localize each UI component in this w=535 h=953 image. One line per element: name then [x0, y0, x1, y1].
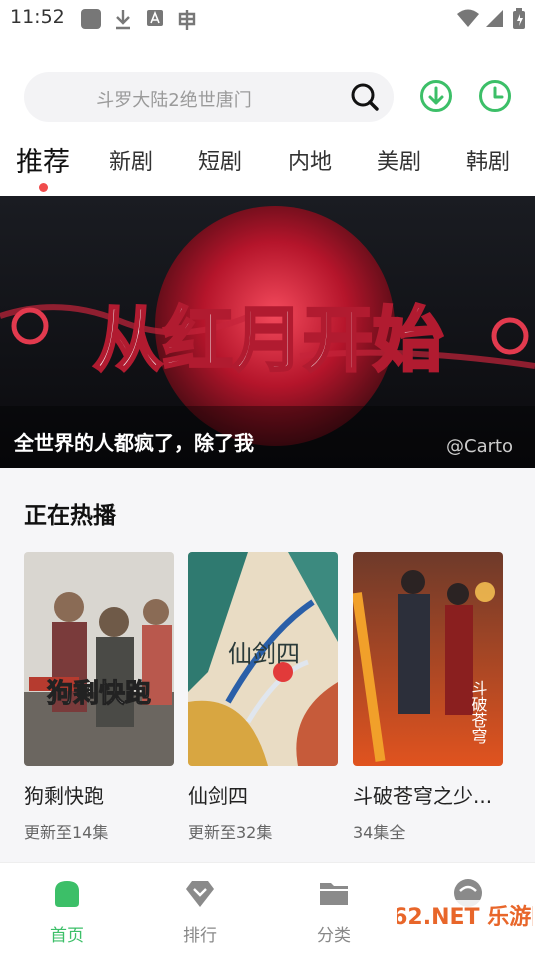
signal-icon [486, 10, 503, 27]
tab-korean[interactable]: 韩剧 [466, 144, 510, 176]
poster-title-art: 斗破苍穹 [469, 680, 488, 745]
search-bar[interactable]: 斗罗大陆2绝世唐门 [24, 72, 394, 122]
tab-new[interactable]: 新剧 [109, 144, 153, 176]
site-watermark-logo: 962.NET 乐游网 [397, 900, 533, 946]
search-icon[interactable] [350, 82, 380, 112]
search-placeholder: 斗罗大陆2绝世唐门 [96, 90, 252, 111]
tab-us[interactable]: 美剧 [377, 144, 421, 176]
folder-icon [320, 883, 348, 905]
wifi-icon [457, 9, 479, 27]
section-title: 正在热播 [24, 503, 116, 529]
home-icon [55, 881, 79, 907]
banner-title-art: 从红月开始 [93, 299, 443, 381]
card-episodes: 34集全 [353, 823, 406, 842]
card-title: 狗剩快跑 [24, 784, 104, 808]
app-notification-icon [81, 9, 101, 29]
poster-image: 斗破苍穹 [353, 552, 503, 766]
nav-ranking-label: 排行 [183, 926, 217, 946]
bug-notification-icon [178, 10, 196, 30]
nav-category-label: 分类 [317, 926, 351, 946]
banner-caption: 全世界的人都疯了，除了我 [14, 431, 254, 455]
card-title: 仙剑四 [188, 784, 248, 808]
download-notification-icon [116, 10, 130, 30]
tab-mainland[interactable]: 内地 [288, 144, 332, 176]
banner-watermark: @Carto [446, 436, 514, 457]
poster-image: 仙剑四 [188, 552, 338, 766]
video-card[interactable]: 斗破苍穹 斗破苍穹之少... 34集全 [353, 552, 503, 843]
tab-recommend[interactable]: 推荐 [16, 140, 70, 179]
poster-image: 狗剩快跑 [24, 552, 174, 766]
history-icon[interactable] [478, 79, 512, 113]
site-watermark-text: 962.NET 乐游网 [397, 904, 533, 930]
ranking-icon [186, 881, 214, 907]
text-notification-icon [147, 10, 163, 26]
poster-title-art: 仙剑四 [228, 640, 300, 668]
video-card[interactable]: 仙剑四 仙剑四 更新至32集 [188, 552, 338, 843]
active-tab-indicator [39, 183, 48, 192]
card-title: 斗破苍穹之少... [353, 784, 493, 808]
status-time: 11:52 [10, 6, 65, 28]
nav-home-label: 首页 [50, 926, 84, 946]
tab-short[interactable]: 短剧 [198, 144, 242, 176]
download-icon[interactable] [419, 79, 453, 113]
video-card[interactable]: 狗剩快跑 狗剩快跑 更新至14集 [24, 552, 174, 843]
battery-icon [513, 8, 525, 29]
card-episodes: 更新至32集 [188, 823, 273, 842]
status-bar: 11:52 [0, 0, 535, 38]
category-tabs: 推荐 新剧 短剧 内地 美剧 韩剧 [0, 140, 535, 192]
poster-title-art: 狗剩快跑 [47, 679, 151, 709]
card-episodes: 更新至14集 [24, 823, 109, 842]
